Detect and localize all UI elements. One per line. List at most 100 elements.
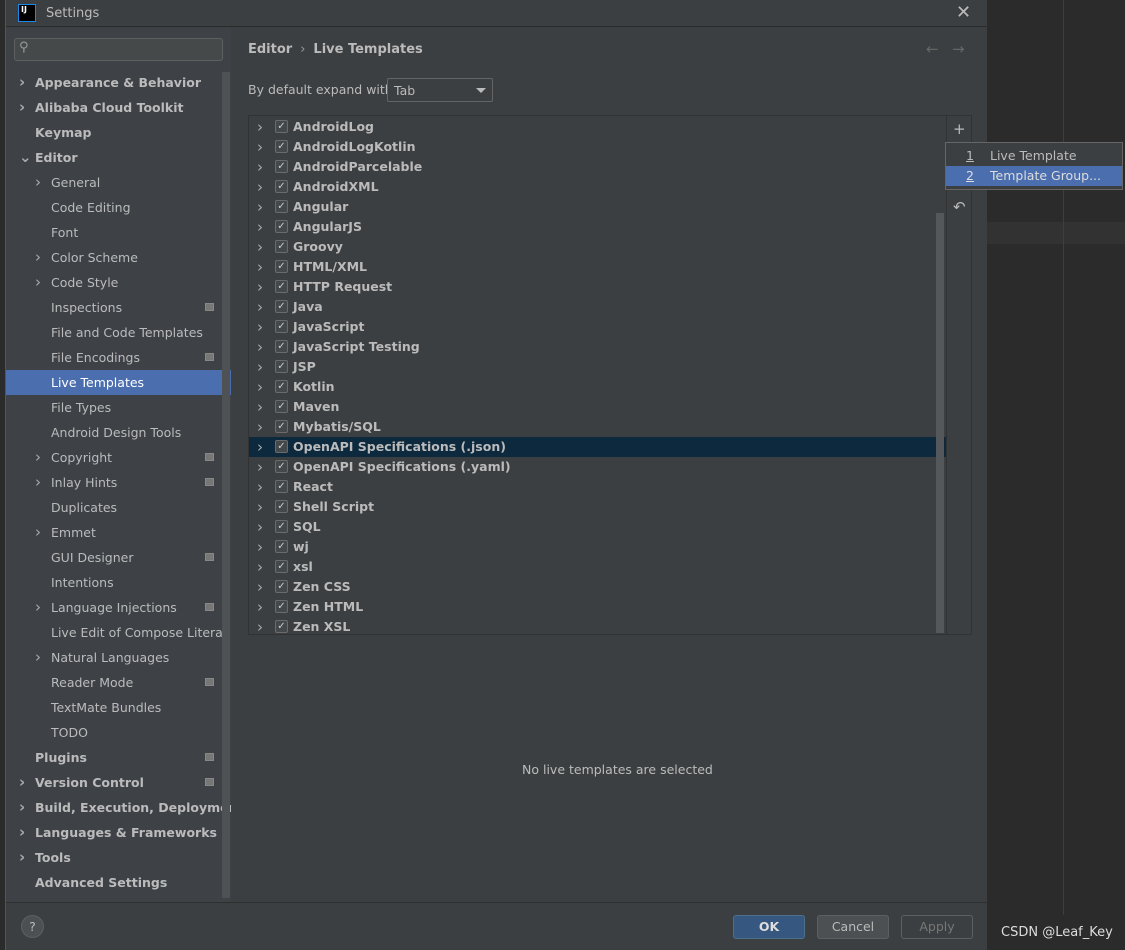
sidebar-item[interactable]: TextMate Bundles xyxy=(6,695,231,720)
chevron-right-icon[interactable]: › xyxy=(19,820,25,845)
chevron-right-icon[interactable]: › xyxy=(257,357,263,377)
template-group-row[interactable]: › ✓ AndroidXML xyxy=(249,177,946,197)
add-icon[interactable]: + xyxy=(953,120,966,138)
template-group-checkbox[interactable]: ✓ xyxy=(275,420,288,433)
sidebar-item[interactable]: Plugins xyxy=(6,745,231,770)
sidebar-item[interactable]: File and Code Templates xyxy=(6,320,231,345)
template-group-checkbox[interactable]: ✓ xyxy=(275,340,288,353)
help-button[interactable]: ? xyxy=(21,915,44,938)
template-group-checkbox[interactable]: ✓ xyxy=(275,120,288,133)
chevron-right-icon[interactable]: › xyxy=(257,377,263,397)
template-group-row[interactable]: › ✓ wj xyxy=(249,537,946,557)
template-group-checkbox[interactable]: ✓ xyxy=(275,360,288,373)
sidebar-item[interactable]: › Copyright xyxy=(6,445,231,470)
sidebar-item[interactable]: › Code Style xyxy=(6,270,231,295)
template-group-checkbox[interactable]: ✓ xyxy=(275,280,288,293)
template-group-row[interactable]: › ✓ JSP xyxy=(249,357,946,377)
chevron-right-icon[interactable]: › xyxy=(257,517,263,537)
template-group-checkbox[interactable]: ✓ xyxy=(275,460,288,473)
template-group-checkbox[interactable]: ✓ xyxy=(275,380,288,393)
chevron-right-icon[interactable]: › xyxy=(35,245,41,270)
template-group-checkbox[interactable]: ✓ xyxy=(275,240,288,253)
chevron-right-icon[interactable]: › xyxy=(257,417,263,437)
chevron-right-icon[interactable]: › xyxy=(257,437,263,457)
template-group-row[interactable]: › ✓ Java xyxy=(249,297,946,317)
sidebar-item[interactable]: GUI Designer xyxy=(6,545,231,570)
template-group-row[interactable]: › ✓ HTTP Request xyxy=(249,277,946,297)
sidebar-item[interactable]: Code Editing xyxy=(6,195,231,220)
sidebar-item[interactable]: › Build, Execution, Deployment xyxy=(6,795,231,820)
chevron-right-icon[interactable]: › xyxy=(257,597,263,617)
template-group-row[interactable]: › ✓ Zen XSL xyxy=(249,617,946,637)
sidebar-scrollbar[interactable] xyxy=(222,72,230,898)
template-group-row[interactable]: › ✓ SQL xyxy=(249,517,946,537)
chevron-right-icon[interactable]: › xyxy=(257,497,263,517)
chevron-right-icon[interactable]: › xyxy=(35,595,41,620)
template-group-row[interactable]: › ✓ React xyxy=(249,477,946,497)
template-group-checkbox[interactable]: ✓ xyxy=(275,160,288,173)
template-group-checkbox[interactable]: ✓ xyxy=(275,500,288,513)
sidebar-item[interactable]: Inspections xyxy=(6,295,231,320)
sidebar-item[interactable]: Reader Mode xyxy=(6,670,231,695)
chevron-right-icon[interactable]: › xyxy=(257,457,263,477)
template-group-checkbox[interactable]: ✓ xyxy=(275,260,288,273)
chevron-right-icon[interactable]: › xyxy=(35,520,41,545)
sidebar-item[interactable]: TODO xyxy=(6,720,231,745)
sidebar-item[interactable]: › Alibaba Cloud Toolkit xyxy=(6,95,231,120)
template-group-row[interactable]: › ✓ Kotlin xyxy=(249,377,946,397)
chevron-right-icon[interactable]: › xyxy=(35,470,41,495)
template-group-row[interactable]: › ✓ AngularJS xyxy=(249,217,946,237)
sidebar-item[interactable]: › Version Control xyxy=(6,770,231,795)
chevron-right-icon[interactable]: › xyxy=(257,537,263,557)
chevron-right-icon[interactable]: › xyxy=(257,557,263,577)
expand-with-select[interactable]: Tab xyxy=(387,78,493,102)
templates-scrollbar[interactable] xyxy=(936,213,944,633)
template-group-checkbox[interactable]: ✓ xyxy=(275,560,288,573)
chevron-right-icon[interactable]: › xyxy=(257,197,263,217)
chevron-right-icon[interactable]: › xyxy=(257,277,263,297)
template-group-row[interactable]: › ✓ AndroidLogKotlin xyxy=(249,137,946,157)
forward-arrow-icon[interactable]: → xyxy=(952,40,965,58)
chevron-right-icon[interactable]: › xyxy=(257,217,263,237)
template-group-checkbox[interactable]: ✓ xyxy=(275,620,288,633)
template-group-row[interactable]: › ✓ OpenAPI Specifications (.json) xyxy=(249,437,946,457)
template-group-row[interactable]: › ✓ AndroidParcelable xyxy=(249,157,946,177)
search-input[interactable]: ⚲ xyxy=(14,38,223,61)
template-group-checkbox[interactable]: ✓ xyxy=(275,580,288,593)
template-group-row[interactable]: › ✓ Shell Script xyxy=(249,497,946,517)
template-group-row[interactable]: › ✓ Maven xyxy=(249,397,946,417)
chevron-right-icon[interactable]: › xyxy=(257,317,263,337)
chevron-right-icon[interactable]: › xyxy=(257,577,263,597)
undo-icon[interactable]: ↶ xyxy=(953,198,966,216)
sidebar-item[interactable]: File Encodings xyxy=(6,345,231,370)
chevron-right-icon[interactable]: › xyxy=(35,270,41,295)
template-group-row[interactable]: › ✓ OpenAPI Specifications (.yaml) xyxy=(249,457,946,477)
template-group-checkbox[interactable]: ✓ xyxy=(275,320,288,333)
apply-button[interactable]: Apply xyxy=(901,915,973,939)
chevron-right-icon[interactable]: › xyxy=(257,137,263,157)
chevron-right-icon[interactable]: › xyxy=(19,95,25,120)
chevron-down-icon[interactable]: ⌄ xyxy=(19,145,32,170)
sidebar-item[interactable]: Font xyxy=(6,220,231,245)
template-group-row[interactable]: › ✓ Zen HTML xyxy=(249,597,946,617)
sidebar-item[interactable]: › Emmet xyxy=(6,520,231,545)
template-group-checkbox[interactable]: ✓ xyxy=(275,540,288,553)
back-arrow-icon[interactable]: ← xyxy=(926,40,939,58)
cancel-button[interactable]: Cancel xyxy=(817,915,889,939)
chevron-right-icon[interactable]: › xyxy=(35,445,41,470)
chevron-right-icon[interactable]: › xyxy=(257,337,263,357)
sidebar-item[interactable]: Duplicates xyxy=(6,495,231,520)
template-group-row[interactable]: › ✓ Angular xyxy=(249,197,946,217)
popup-menu-item[interactable]: 1 Live Template xyxy=(946,146,1122,166)
chevron-right-icon[interactable]: › xyxy=(35,170,41,195)
chevron-right-icon[interactable]: › xyxy=(257,237,263,257)
template-group-row[interactable]: › ✓ HTML/XML xyxy=(249,257,946,277)
popup-menu-item[interactable]: 2 Template Group... xyxy=(946,166,1122,186)
template-group-row[interactable]: › ✓ xsl xyxy=(249,557,946,577)
sidebar-item[interactable]: Live Templates xyxy=(6,370,231,395)
template-group-checkbox[interactable]: ✓ xyxy=(275,140,288,153)
sidebar-item[interactable]: Keymap xyxy=(6,120,231,145)
sidebar-item[interactable]: Advanced Settings xyxy=(6,870,231,895)
chevron-right-icon[interactable]: › xyxy=(19,70,25,95)
sidebar-item[interactable]: File Types xyxy=(6,395,231,420)
